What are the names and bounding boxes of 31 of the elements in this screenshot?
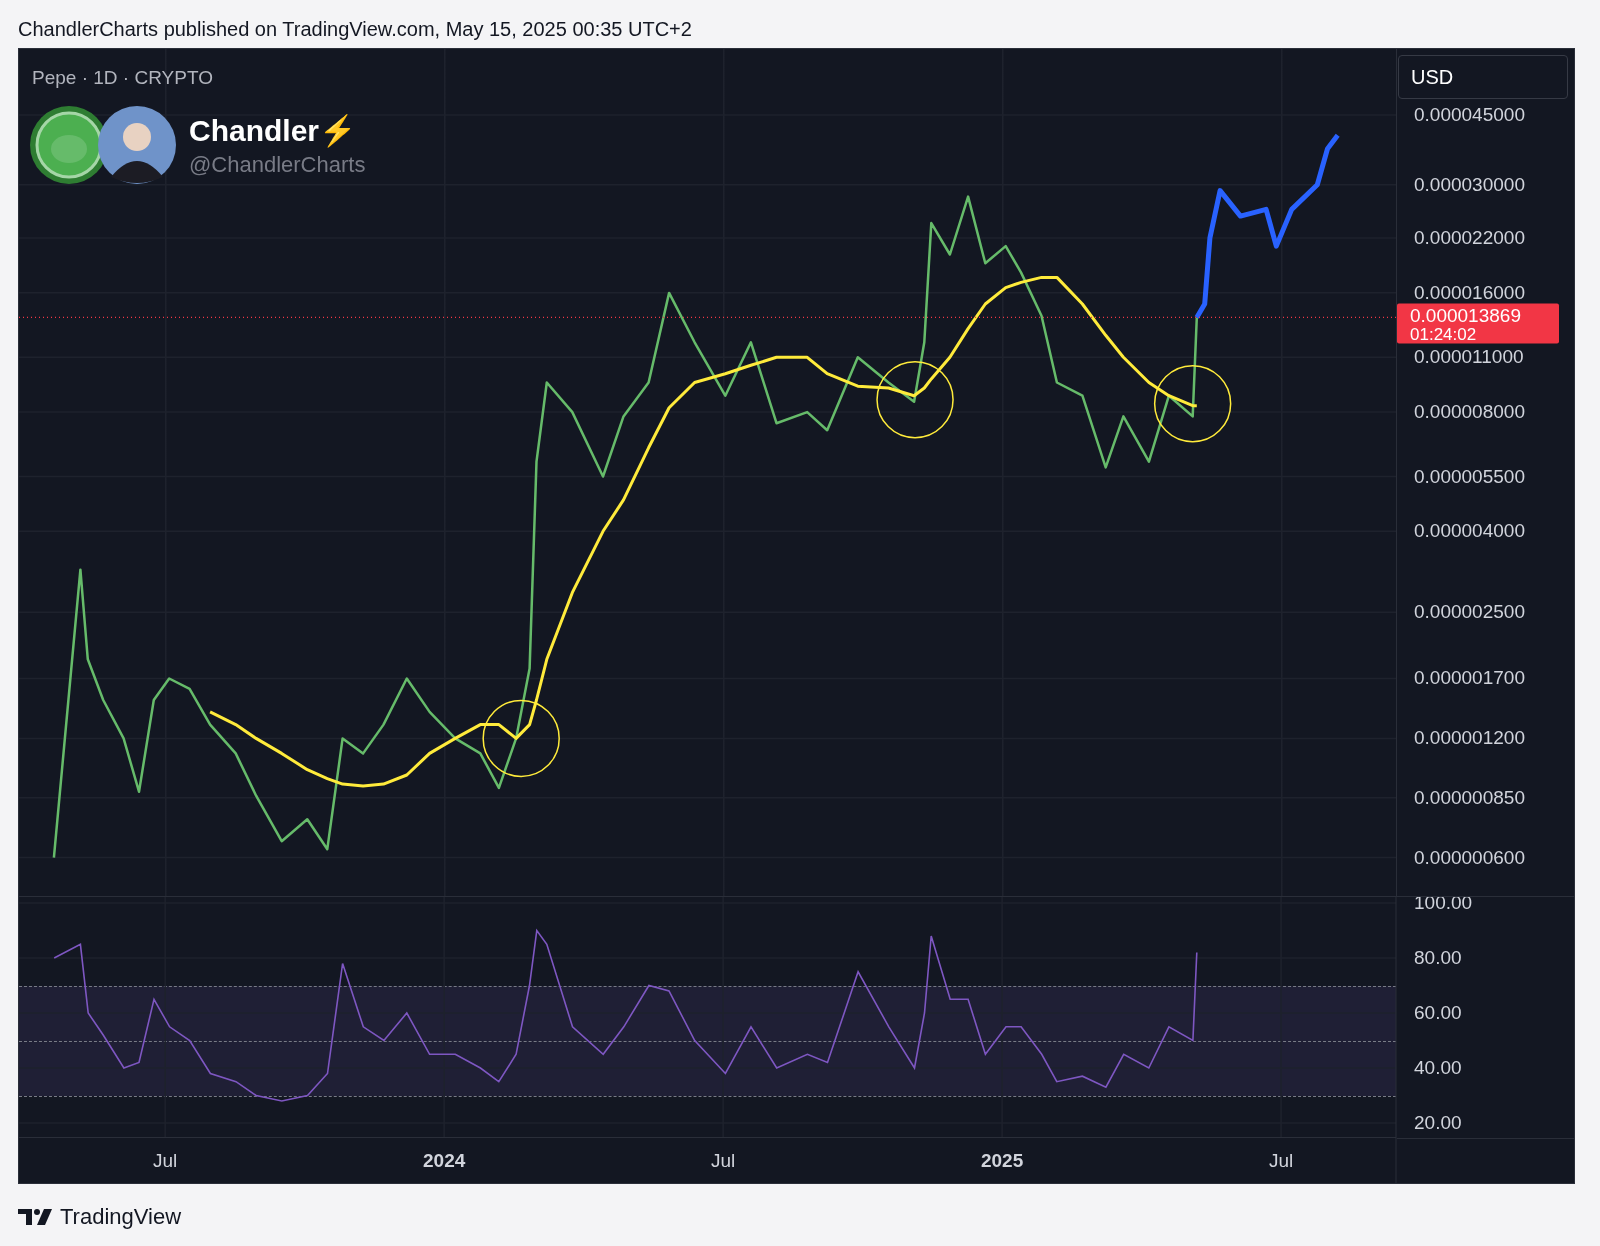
rsi-axis-label: 80.00: [1414, 947, 1462, 969]
price-axis-label: 0.000005500: [1414, 465, 1525, 487]
time-axis-label: Jul: [153, 1150, 178, 1171]
price-axis-label: 0.000030000: [1414, 173, 1525, 195]
time-axis-label: 2024: [423, 1150, 466, 1171]
countdown-label: 01:24:02: [1410, 325, 1477, 345]
logo-icon: [18, 1207, 54, 1227]
author-name: Chandler⚡: [189, 112, 358, 148]
price-axis-label: 0.000016000: [1414, 281, 1525, 303]
currency-button[interactable]: USD: [1398, 55, 1568, 99]
current-price-label: 0.000013869: [1410, 305, 1521, 327]
price-axis-label: 0.000008000: [1414, 401, 1525, 423]
price-axis-label: 0.000001200: [1414, 727, 1525, 749]
price-axis-label: 0.000000600: [1414, 846, 1525, 868]
price-axis-label: 0.000022000: [1414, 227, 1525, 249]
rsi-axis-label: 40.00: [1414, 1057, 1462, 1078]
price-axis-label: 0.000004000: [1414, 520, 1525, 542]
rsi-axis-label: 20.00: [1414, 1112, 1462, 1133]
price-axis-label: 0.000011000: [1414, 346, 1524, 368]
price-axis-label: 0.000001700: [1414, 667, 1525, 689]
brand-name: TradingView: [60, 1204, 182, 1230]
publish-info: ChandlerCharts published on TradingView.com, May 15, 2025 00:35 UTC+2: [18, 18, 693, 41]
time-axis-label: Jul: [710, 1150, 736, 1171]
rsi-axis-label: 60.00: [1414, 1002, 1462, 1023]
time-axis-label: Jul: [1268, 1150, 1294, 1171]
price-axis-label: 0.000000850: [1414, 786, 1525, 808]
price-axis-label: 0.000045000: [1414, 104, 1525, 125]
author-handle: @ChandlerCharts: [189, 151, 366, 178]
price-axis-label: 0.000002500: [1414, 601, 1525, 623]
time-axis-label: 2025: [980, 1150, 1024, 1171]
symbol-legend: Pepe · 1D · CRYPTO: [32, 67, 213, 89]
